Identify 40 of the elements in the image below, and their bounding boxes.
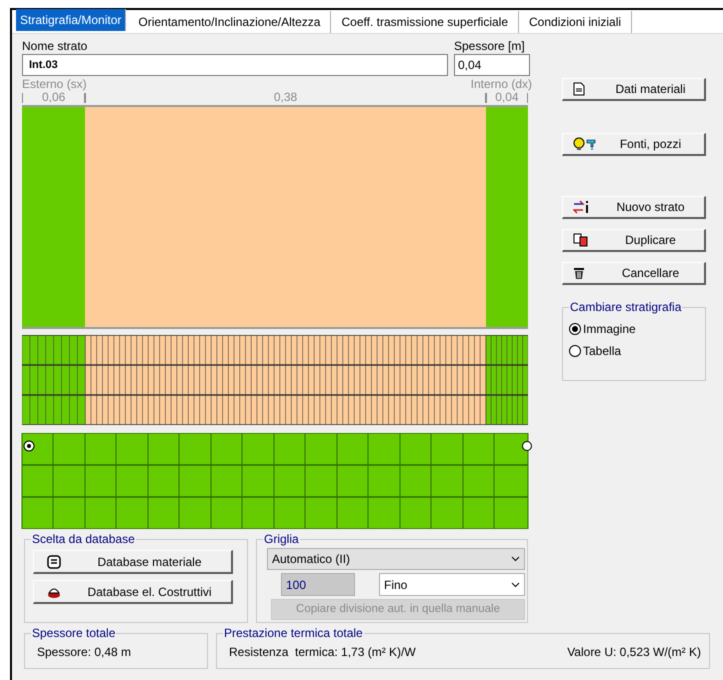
action-button[interactable]: Dati materiali	[562, 78, 706, 101]
database-button[interactable]: Database el. Costruttivi	[33, 580, 233, 604]
group-title: Griglia	[263, 531, 300, 547]
inside-label: Interno (dx)	[470, 78, 532, 91]
outside-label: Esterno (sx)	[22, 78, 87, 91]
layer-block[interactable]	[85, 107, 486, 327]
action-button[interactable]: Cancellare	[562, 262, 706, 285]
field-label: Spessore [m]	[454, 38, 526, 54]
action-button[interactable]: Nuovo strato	[562, 196, 706, 219]
group-title: Spessore totale	[31, 625, 116, 641]
radio-label: Immagine	[583, 321, 636, 338]
thickness-field[interactable]: 0,04	[454, 54, 530, 76]
fineness-dropdown[interactable]: Fino	[379, 573, 525, 596]
chevron-down-icon	[511, 556, 520, 562]
layer-thickness-label: 0,38	[274, 91, 298, 103]
thermal-resistance-text: Resistenza termica: 1,73 (m² K)/W	[229, 644, 416, 661]
total-thickness-text: Spessore: 0,48 m	[37, 645, 132, 659]
radio-label: Tabella	[583, 343, 622, 360]
action-button[interactable]: Duplicare	[562, 229, 706, 252]
radio-button[interactable]	[569, 345, 581, 357]
radio-button[interactable]	[569, 323, 581, 335]
copy-icon	[573, 233, 589, 247]
document-icon	[573, 82, 585, 96]
layer-block[interactable]	[22, 107, 86, 327]
mode-dropdown[interactable]: Automatico (II)	[267, 548, 525, 570]
group-title: Cambiare stratigrafia	[569, 299, 682, 315]
layer-thickness-label: 0,04	[495, 91, 519, 103]
layer-block[interactable]	[486, 107, 528, 327]
u-value-text: Valore U: 0,523 W/(m² K)	[567, 644, 701, 661]
layer-thickness-label: 0,06	[42, 91, 66, 103]
database-button[interactable]: Database materiale	[33, 550, 233, 574]
chevron-down-icon	[511, 582, 520, 588]
layer-name-field[interactable]: Int.03	[22, 54, 448, 76]
database-icon	[46, 554, 62, 570]
action-button[interactable]: Fonti, pozzi	[562, 133, 706, 156]
field-label: Nome strato	[22, 38, 88, 54]
division-count-field[interactable]: 100	[281, 573, 355, 596]
new-layer-icon	[573, 200, 591, 214]
trash-icon	[573, 266, 585, 280]
tab[interactable]: Stratigrafia/Monitor	[16, 9, 126, 31]
